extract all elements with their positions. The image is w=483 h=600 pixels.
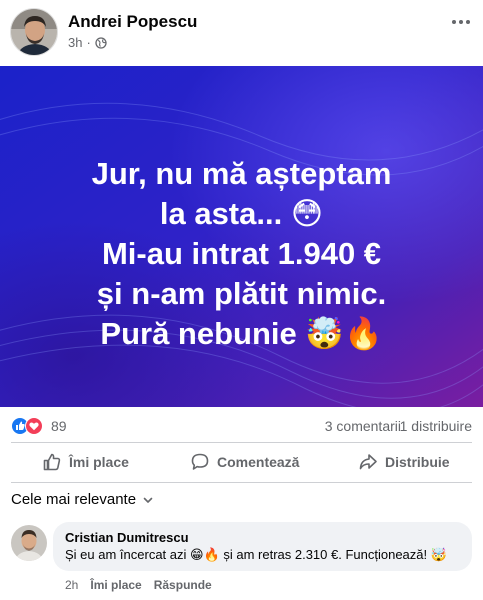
- post-image[interactable]: Jur, nu mă așteptam la asta... 😳 Mi-au i…: [0, 66, 483, 407]
- commenter-avatar[interactable]: [11, 525, 47, 561]
- comment-bubble-icon: [191, 453, 209, 470]
- comment-reply-link[interactable]: Răspunde: [154, 578, 212, 592]
- share-count[interactable]: 1 distribuire: [400, 418, 472, 434]
- comment-like-link[interactable]: Îmi place: [90, 578, 141, 592]
- divider: [11, 482, 472, 483]
- post-text: Jur, nu mă așteptam la asta... 😳 Mi-au i…: [0, 154, 483, 354]
- like-button[interactable]: Îmi place: [42, 446, 129, 478]
- post-meta: 3h ·: [68, 35, 107, 50]
- divider: [11, 442, 472, 443]
- post-text-line: Pură nebunie 🤯🔥: [100, 316, 383, 351]
- post-text-line: Mi-au intrat 1.940 €: [101, 236, 382, 271]
- post-actions: Îmi place Comentează Distribuie: [0, 446, 483, 478]
- share-arrow-icon: [359, 454, 377, 470]
- comment-time[interactable]: 2h: [65, 578, 78, 592]
- more-options-button[interactable]: [449, 12, 473, 32]
- meta-separator: ·: [86, 35, 91, 50]
- commenter-name[interactable]: Cristian Dumitrescu: [65, 530, 460, 546]
- comment-text: Și eu am încercat azi 😁🔥 și am retras 2.…: [65, 547, 447, 562]
- comment-label: Comentează: [217, 454, 300, 470]
- share-label: Distribuie: [385, 454, 450, 470]
- globe-icon: [95, 36, 107, 49]
- comment-button[interactable]: Comentează: [190, 446, 299, 478]
- post-time[interactable]: 3h: [68, 35, 82, 50]
- reaction-count[interactable]: 89: [51, 418, 67, 434]
- post-text-line: Jur, nu mă așteptam: [91, 156, 392, 191]
- comment-sort-dropdown[interactable]: Cele mai relevante: [11, 491, 154, 508]
- reaction-icons[interactable]: [11, 417, 47, 435]
- chevron-down-icon: [143, 497, 153, 503]
- comment-count[interactable]: 3 comentarii: [325, 418, 401, 434]
- reactions-summary: 89 3 comentarii 1 distribuire: [0, 410, 483, 440]
- comment-bubble: Cristian Dumitrescu Și eu am încercat az…: [53, 522, 472, 571]
- post-text-line: la asta... 😳: [159, 196, 324, 231]
- post-header: Andrei Popescu 3h ·: [0, 0, 483, 66]
- thumbs-up-icon: [43, 453, 61, 471]
- share-button[interactable]: Distribuie: [358, 446, 450, 478]
- comment-item: Cristian Dumitrescu Și eu am încercat az…: [0, 522, 483, 600]
- author-name[interactable]: Andrei Popescu: [68, 12, 197, 32]
- sort-label: Cele mai relevante: [11, 491, 137, 508]
- author-avatar[interactable]: [10, 8, 58, 56]
- like-label: Îmi place: [69, 454, 129, 470]
- comment-actions: 2h Îmi place Răspunde: [65, 578, 212, 592]
- post-text-line: și n-am plătit nimic.: [96, 276, 387, 311]
